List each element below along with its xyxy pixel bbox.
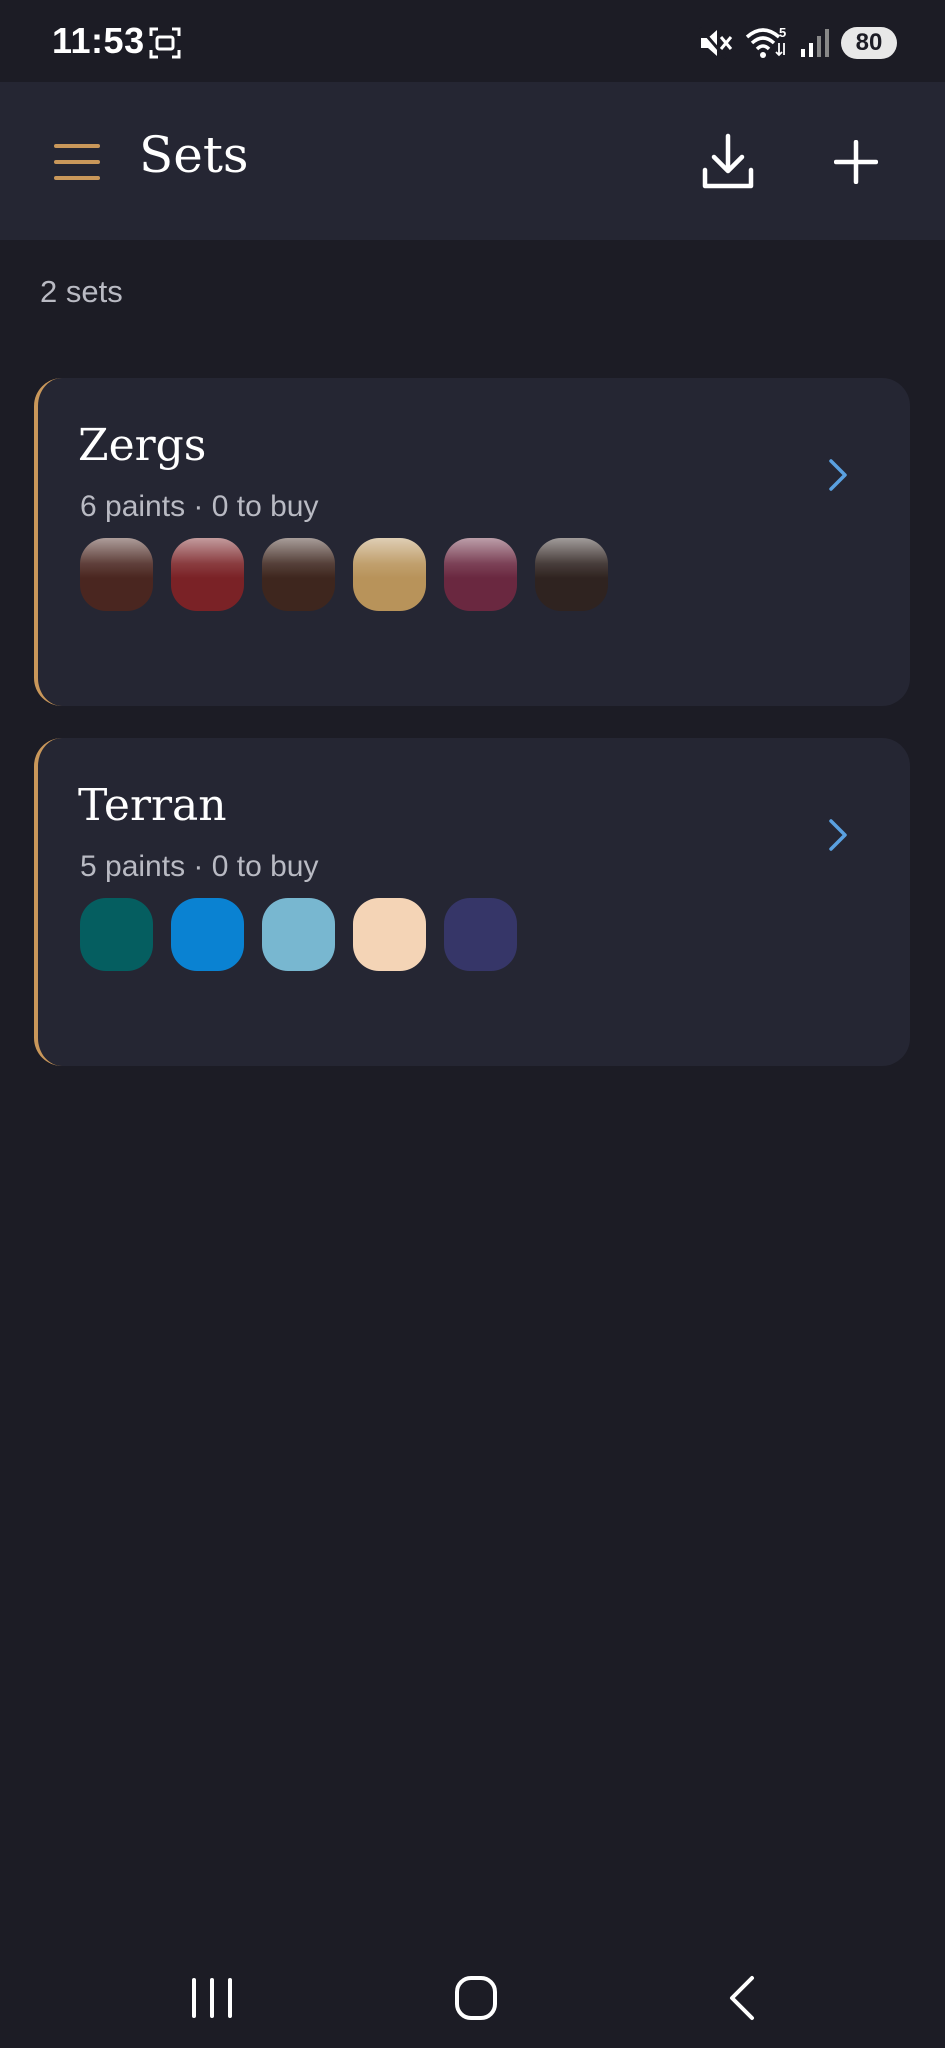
- set-card-terran[interactable]: Terran 5 paints · 0 to buy: [34, 738, 910, 1066]
- chevron-right-icon: [829, 459, 847, 491]
- hamburger-menu-icon[interactable]: [50, 136, 108, 188]
- page-title: Sets: [139, 126, 249, 184]
- svg-text:5: 5: [779, 25, 786, 40]
- download-icon[interactable]: [700, 132, 756, 192]
- set-count: 2 sets: [40, 274, 123, 309]
- set-summary: 5 paints · 0 to buy: [80, 850, 319, 883]
- paint-swatch: [353, 538, 426, 611]
- set-name: Terran: [78, 780, 227, 831]
- back-icon[interactable]: [712, 1968, 772, 2028]
- recent-apps-icon[interactable]: [182, 1968, 242, 2028]
- signal-icon: [801, 29, 829, 57]
- paint-swatch: [171, 898, 244, 971]
- paint-swatch: [444, 898, 517, 971]
- status-bar: 11:53 5 80: [0, 0, 945, 82]
- paint-swatch: [535, 538, 608, 611]
- system-nav-bar: [0, 1940, 945, 2048]
- paint-swatches: [80, 898, 517, 971]
- paint-swatches: [80, 538, 608, 611]
- app-bar: Sets: [0, 82, 945, 240]
- mute-icon: [699, 27, 733, 59]
- battery-indicator: 80: [841, 27, 897, 59]
- paint-swatch: [80, 898, 153, 971]
- screenshot-icon: [149, 27, 181, 59]
- set-name: Zergs: [78, 420, 207, 471]
- paint-swatch: [262, 898, 335, 971]
- status-icons: 5 80: [699, 22, 897, 64]
- wifi-icon: 5: [745, 25, 786, 58]
- home-icon[interactable]: [447, 1968, 507, 2028]
- paint-swatch: [80, 538, 153, 611]
- set-card-zergs[interactable]: Zergs 6 paints · 0 to buy: [34, 378, 910, 706]
- set-summary: 6 paints · 0 to buy: [80, 490, 319, 523]
- plus-icon[interactable]: [834, 140, 878, 184]
- status-time: 11:53: [52, 20, 145, 61]
- paint-swatch: [262, 538, 335, 611]
- paint-swatch: [353, 898, 426, 971]
- paint-swatch: [444, 538, 517, 611]
- paint-swatch: [171, 538, 244, 611]
- chevron-right-icon: [829, 819, 847, 851]
